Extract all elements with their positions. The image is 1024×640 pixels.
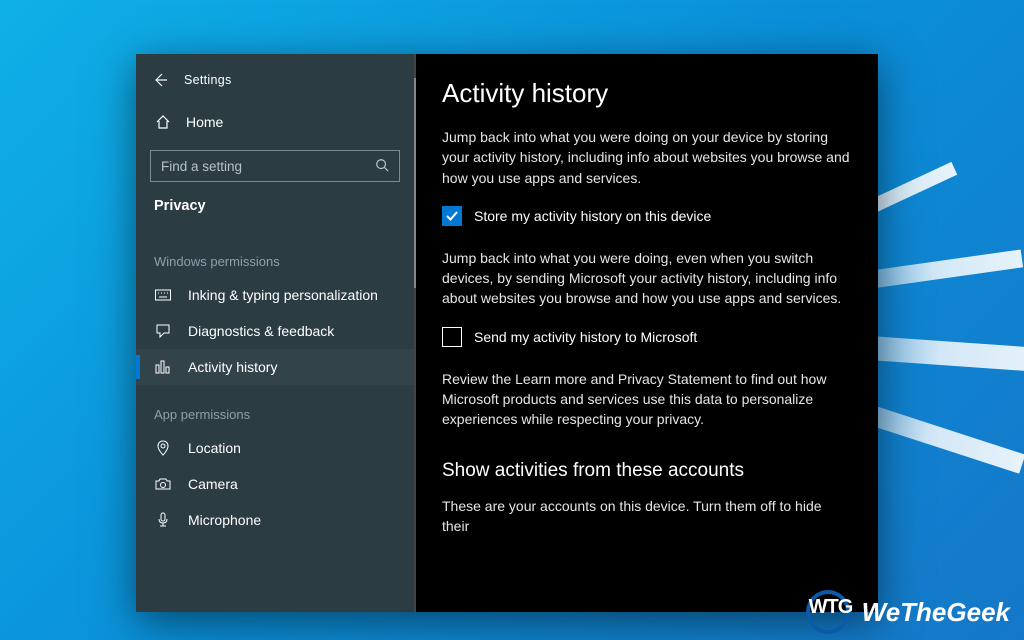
- location-icon: [154, 440, 172, 456]
- keyboard-icon: [154, 288, 172, 302]
- camera-icon: [154, 477, 172, 491]
- back-button[interactable]: [150, 70, 170, 90]
- watermark-badge: WTG: [806, 590, 854, 634]
- scrollbar[interactable]: [414, 54, 416, 612]
- checkbox-send-activity[interactable]: Send my activity history to Microsoft: [442, 327, 850, 347]
- search-icon: [375, 158, 389, 175]
- search-box[interactable]: [150, 150, 400, 182]
- nav-label: Camera: [188, 476, 238, 492]
- checkbox-label: Store my activity history on this device: [474, 208, 711, 224]
- checkbox-store-activity[interactable]: Store my activity history on this device: [442, 206, 850, 226]
- settings-window: Settings Home Privacy Windows permission…: [136, 54, 878, 612]
- microphone-icon: [154, 512, 172, 528]
- nav-label: Inking & typing personalization: [188, 287, 378, 303]
- home-icon: [154, 114, 172, 130]
- nav-item-microphone[interactable]: Microphone: [136, 502, 414, 538]
- description-4: These are your accounts on this device. …: [442, 496, 850, 537]
- settings-category: Privacy: [136, 194, 414, 232]
- nav-label: Diagnostics & feedback: [188, 323, 334, 339]
- home-label: Home: [186, 114, 223, 130]
- page-heading: Activity history: [442, 78, 850, 109]
- description-3: Review the Learn more and Privacy Statem…: [442, 369, 850, 430]
- description-1: Jump back into what you were doing on yo…: [442, 127, 850, 188]
- activity-icon: [154, 359, 172, 375]
- group-app-permissions: App permissions: [136, 385, 414, 430]
- nav-item-diagnostics[interactable]: Diagnostics & feedback: [136, 313, 414, 349]
- checkbox-box: [442, 327, 462, 347]
- nav-label: Location: [188, 440, 241, 456]
- section-heading-accounts: Show activities from these accounts: [442, 460, 850, 482]
- sidebar: Settings Home Privacy Windows permission…: [136, 54, 414, 612]
- window-title: Settings: [184, 73, 232, 87]
- nav-label: Activity history: [188, 359, 277, 375]
- watermark: WTG WeTheGeek: [806, 590, 1010, 634]
- titlebar: Settings: [136, 54, 414, 100]
- group-windows-permissions: Windows permissions: [136, 232, 414, 277]
- nav-item-camera[interactable]: Camera: [136, 466, 414, 502]
- watermark-text: WeTheGeek: [862, 597, 1010, 628]
- nav-item-inking-typing[interactable]: Inking & typing personalization: [136, 277, 414, 313]
- checkbox-box: [442, 206, 462, 226]
- scrollbar-thumb[interactable]: [414, 78, 416, 288]
- nav-label: Microphone: [188, 512, 261, 528]
- nav-item-activity-history[interactable]: Activity history: [136, 349, 414, 385]
- search-input[interactable]: [161, 159, 375, 174]
- checkbox-label: Send my activity history to Microsoft: [474, 329, 697, 345]
- feedback-icon: [154, 323, 172, 339]
- content-pane: Activity history Jump back into what you…: [414, 54, 878, 612]
- description-2: Jump back into what you were doing, even…: [442, 248, 850, 309]
- home-button[interactable]: Home: [136, 100, 414, 144]
- nav-item-location[interactable]: Location: [136, 430, 414, 466]
